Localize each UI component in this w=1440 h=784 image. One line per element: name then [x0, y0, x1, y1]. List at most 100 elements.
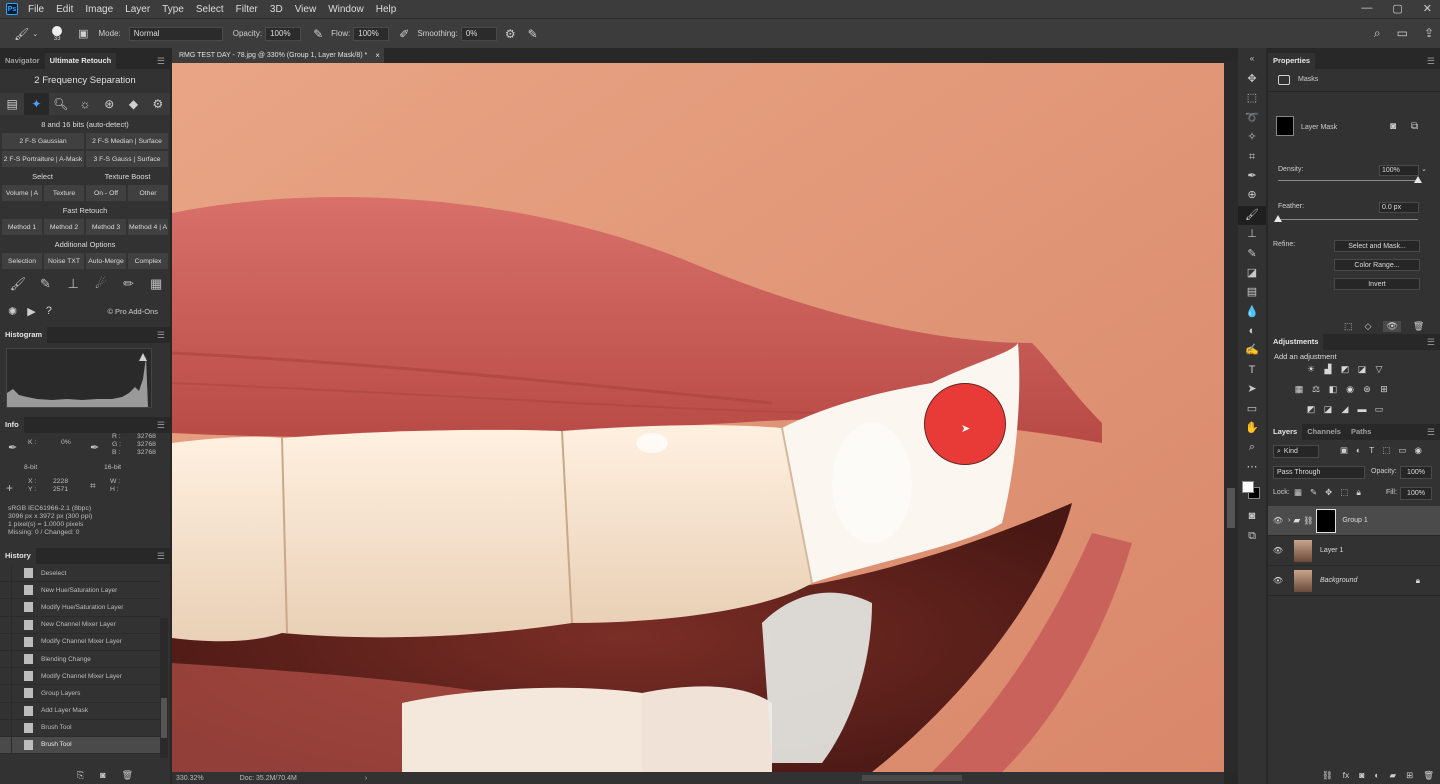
clone-stamp-tool-icon[interactable]: ⊥ [1238, 225, 1266, 244]
fs-gaussian-button[interactable]: 2 F-S Gaussian [2, 133, 84, 149]
menu-window[interactable]: Window [328, 4, 364, 15]
quick-selection-tool-icon[interactable]: ✧ [1238, 128, 1266, 147]
panel-menu-icon[interactable]: ☰ [157, 330, 165, 341]
lock-artboard-icon[interactable]: ⬚ [1340, 487, 1348, 498]
new-adjustment-icon[interactable]: ◐ [1374, 770, 1379, 784]
history-item[interactable]: Modify Channel Mixer Layer [0, 633, 160, 651]
menu-3d[interactable]: 3D [270, 4, 283, 15]
opacity-input[interactable]: 100% [265, 26, 302, 41]
channel-mixer-icon[interactable]: ⊛ [1360, 384, 1374, 396]
horizontal-scroll-thumb[interactable] [862, 775, 962, 781]
load-selection-icon[interactable]: ⬚ [1344, 321, 1353, 332]
tab-ultimate-retouch[interactable]: Ultimate Retouch [44, 53, 117, 69]
brush-tool-icon[interactable]: 🖌 [1238, 205, 1266, 226]
history-snapshot-checkbox[interactable] [0, 581, 12, 599]
gradient-map-icon[interactable]: ▬ [1355, 404, 1369, 416]
fs-median-surface-button[interactable]: 2 F-S Median | Surface [86, 133, 168, 149]
new-group-icon[interactable]: ▰ [1390, 770, 1397, 784]
smudge-icon[interactable]: ☄ [87, 276, 115, 292]
tab-adjustments[interactable]: Adjustments [1268, 334, 1324, 350]
curves-icon[interactable]: ◩ [1338, 364, 1352, 376]
tab-paths[interactable]: Paths [1346, 424, 1376, 440]
menu-select[interactable]: Select [196, 4, 224, 15]
invert-button[interactable]: Invert [1334, 278, 1420, 290]
tab-layers[interactable]: Layers [1268, 424, 1303, 440]
history-snapshot-checkbox[interactable] [0, 702, 12, 720]
menu-file[interactable]: File [28, 4, 44, 15]
method-1-button[interactable]: Method 1 [2, 219, 42, 235]
healing-tool-icon[interactable]: ⊕ [1238, 186, 1266, 205]
share-icon[interactable]: ⇪ [1424, 26, 1434, 41]
quick-mask-icon[interactable]: ◙ [1238, 507, 1266, 526]
density-slider-thumb[interactable] [1414, 176, 1422, 183]
smoothing-input[interactable]: 0% [460, 26, 497, 41]
delete-state-icon[interactable]: 🗑 [122, 770, 133, 784]
select-and-mask-button[interactable]: Select and Mask... [1334, 240, 1420, 252]
lock-transparency-icon[interactable]: ▦ [1294, 487, 1302, 498]
noise-txt-button[interactable]: Noise TXT [44, 253, 84, 269]
layer-mask-thumbnail[interactable] [1316, 508, 1337, 533]
eyedropper-icon[interactable]: ✒ [90, 441, 99, 454]
new-layer-icon[interactable]: ⊞ [1406, 770, 1413, 784]
history-item[interactable]: Deselect [0, 564, 160, 583]
close-tab-icon[interactable]: × [375, 51, 380, 60]
flow-input[interactable]: 100% [353, 26, 390, 41]
density-input[interactable]: 100% [1379, 165, 1419, 176]
grid-icon[interactable]: ▦ [142, 276, 170, 292]
filter-pixel-icon[interactable]: ▣ [1340, 445, 1348, 456]
layer-opacity-input[interactable]: 100% [1400, 466, 1432, 479]
feather-slider-thumb[interactable] [1274, 215, 1282, 222]
pencil-icon[interactable]: ✏ [115, 276, 143, 292]
chevron-down-icon[interactable]: ⌄ [32, 30, 38, 38]
snapshot-camera-icon[interactable]: ◙ [100, 770, 105, 784]
color-circles-icon[interactable]: ⊛ [97, 97, 121, 111]
history-item[interactable]: Blending Change [0, 650, 160, 669]
history-item[interactable]: Brush Tool [0, 736, 160, 755]
healing-brush-icon[interactable]: ✎ [32, 276, 60, 292]
color-lookup-icon[interactable]: ⊞ [1377, 384, 1391, 396]
pixel-mask-icon[interactable]: ◙ [1390, 121, 1396, 132]
apply-mask-icon[interactable]: ◇ [1365, 321, 1372, 332]
visibility-eye-icon[interactable]: 👁 [1383, 321, 1401, 332]
panel-menu-icon[interactable]: ☰ [1427, 337, 1435, 348]
gear-icon[interactable]: ⚙ [505, 27, 516, 41]
document-canvas[interactable]: ➤ [172, 63, 1224, 772]
airbrush-icon[interactable]: ✐ [399, 27, 409, 41]
brush-panel-icon[interactable]: ▣ [78, 27, 88, 40]
workspace-icon[interactable]: ▭ [1397, 26, 1408, 41]
filter-adjustment-icon[interactable]: ◐ [1356, 445, 1361, 456]
eyedropper-tool-icon[interactable]: ✒ [1238, 167, 1266, 186]
sun-icon[interactable]: ☼ [73, 97, 97, 111]
history-item[interactable]: New Channel Mixer Layer [0, 616, 160, 634]
method-4-button[interactable]: Method 4 | A [128, 219, 168, 235]
search-icon[interactable]: ⌕ [1374, 26, 1381, 41]
vertical-scroll-thumb[interactable] [1227, 488, 1235, 528]
hue-saturation-icon[interactable]: ▦ [1292, 384, 1306, 396]
vector-mask-icon[interactable]: ⧉ [1411, 121, 1418, 132]
delete-layer-icon[interactable]: 🗑 [1423, 770, 1434, 784]
menu-edit[interactable]: Edit [56, 4, 73, 15]
brush-icon[interactable]: 🖌 [4, 276, 32, 292]
history-snapshot-checkbox[interactable] [0, 667, 12, 685]
history-snapshot-checkbox[interactable] [0, 616, 12, 634]
tab-info[interactable]: Info [0, 417, 24, 433]
history-brush-tool-icon[interactable]: ✎ [1238, 245, 1266, 264]
fx-icon[interactable]: fx [1343, 770, 1350, 784]
history-snapshot-checkbox[interactable] [0, 719, 12, 737]
panel-menu-icon[interactable]: ☰ [157, 420, 165, 431]
other-button[interactable]: Other [128, 185, 168, 201]
filter-toggle-icon[interactable]: ◉ [1414, 445, 1421, 456]
history-snapshot-checkbox[interactable] [0, 598, 12, 616]
aperture-icon[interactable]: ✺ [8, 305, 17, 318]
zoom-level[interactable]: 330.32% [176, 775, 204, 782]
pressure-size-icon[interactable]: ✎ [528, 27, 538, 41]
layer-row-background[interactable]: 👁 Background 🔒︎ [1268, 566, 1440, 596]
foreground-color-swatch[interactable] [1242, 481, 1254, 494]
exposure-icon[interactable]: ◪ [1355, 364, 1369, 376]
delete-mask-icon[interactable]: 🗑 [1413, 321, 1424, 332]
history-item[interactable]: Add Layer Mask [0, 702, 160, 720]
panel-menu-icon[interactable]: ☰ [1427, 56, 1435, 67]
shape-tool-icon[interactable]: ▭ [1238, 400, 1266, 419]
history-item[interactable]: New Hue/Saturation Layer [0, 581, 160, 600]
lock-pixels-icon[interactable]: ✎ [1310, 487, 1317, 498]
